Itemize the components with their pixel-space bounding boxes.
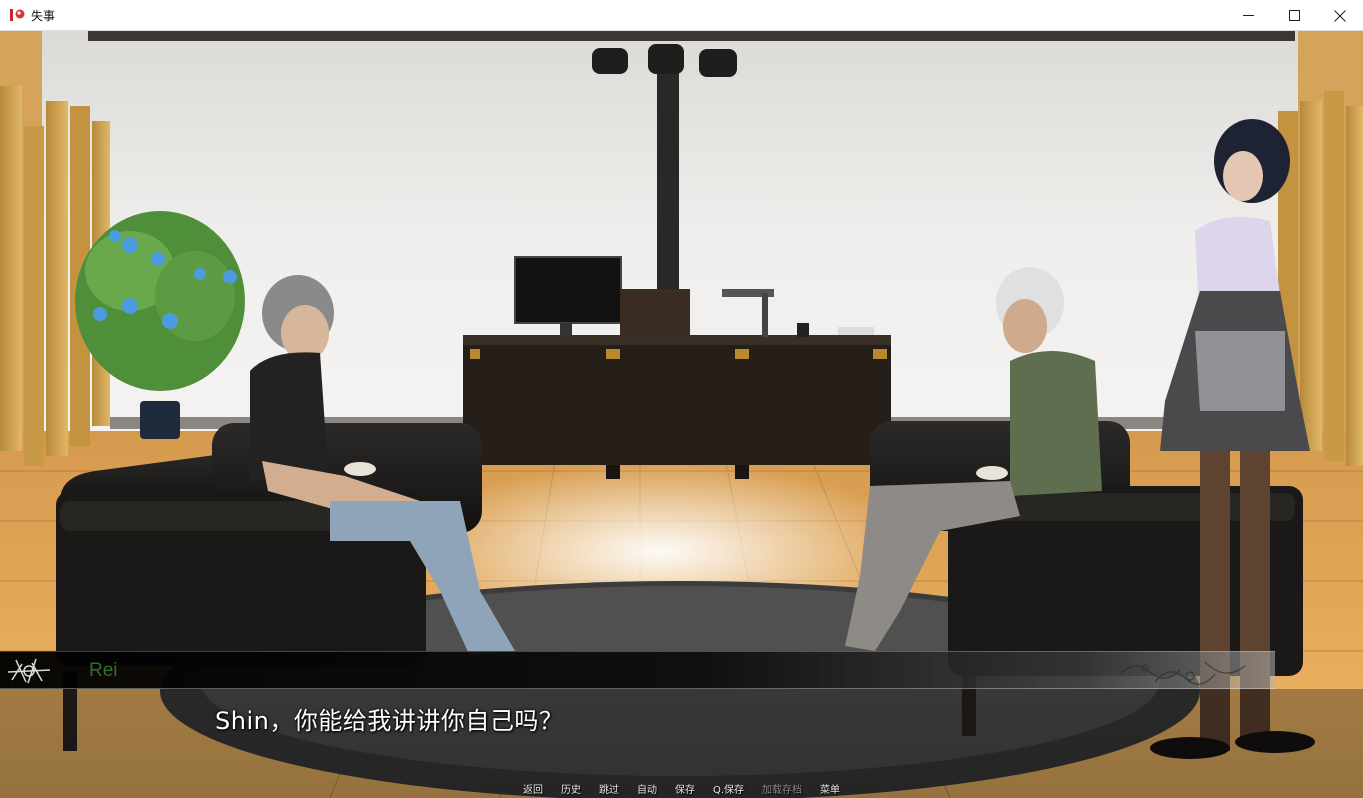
- maximize-icon: [1288, 10, 1300, 21]
- quick-menu-preferences[interactable]: 菜单: [811, 783, 849, 798]
- quick-menu-save[interactable]: 保存: [666, 783, 704, 798]
- speaker-namebar: Rei: [0, 651, 1275, 689]
- quick-menu-quick-save[interactable]: Q.保存: [704, 783, 753, 798]
- window-title: 失事: [31, 9, 56, 23]
- dialogue-text: Shin，你能给我讲讲你自己吗？: [215, 707, 564, 735]
- maximize-button[interactable]: [1271, 0, 1317, 31]
- dialogue-box[interactable]: [0, 689, 1363, 798]
- emblem-icon: [7, 658, 51, 684]
- floral-ornament-icon: [1119, 661, 1246, 685]
- close-button[interactable]: [1317, 0, 1363, 31]
- window-titlebar: 失事: [0, 0, 1363, 31]
- speaker-name: Rei: [89, 660, 118, 681]
- quick-menu-quick-load[interactable]: 加载存档: [753, 783, 811, 798]
- game-viewport[interactable]: Rei Shin，你能给我讲讲你自己吗？ 返回 历史 跳过 自动 保存 Q.保存…: [0, 31, 1363, 798]
- quick-menu-history[interactable]: 历史: [552, 783, 590, 798]
- quick-menu-back[interactable]: 返回: [514, 783, 552, 798]
- app-icon: [10, 9, 25, 21]
- quick-menu-skip[interactable]: 跳过: [590, 783, 628, 798]
- close-icon: [1334, 9, 1346, 22]
- quick-menu-auto[interactable]: 自动: [628, 783, 666, 798]
- minimize-icon: [1242, 15, 1254, 16]
- minimize-button[interactable]: [1225, 0, 1271, 31]
- quick-menu: 返回 历史 跳过 自动 保存 Q.保存 加载存档 菜单: [0, 783, 1363, 798]
